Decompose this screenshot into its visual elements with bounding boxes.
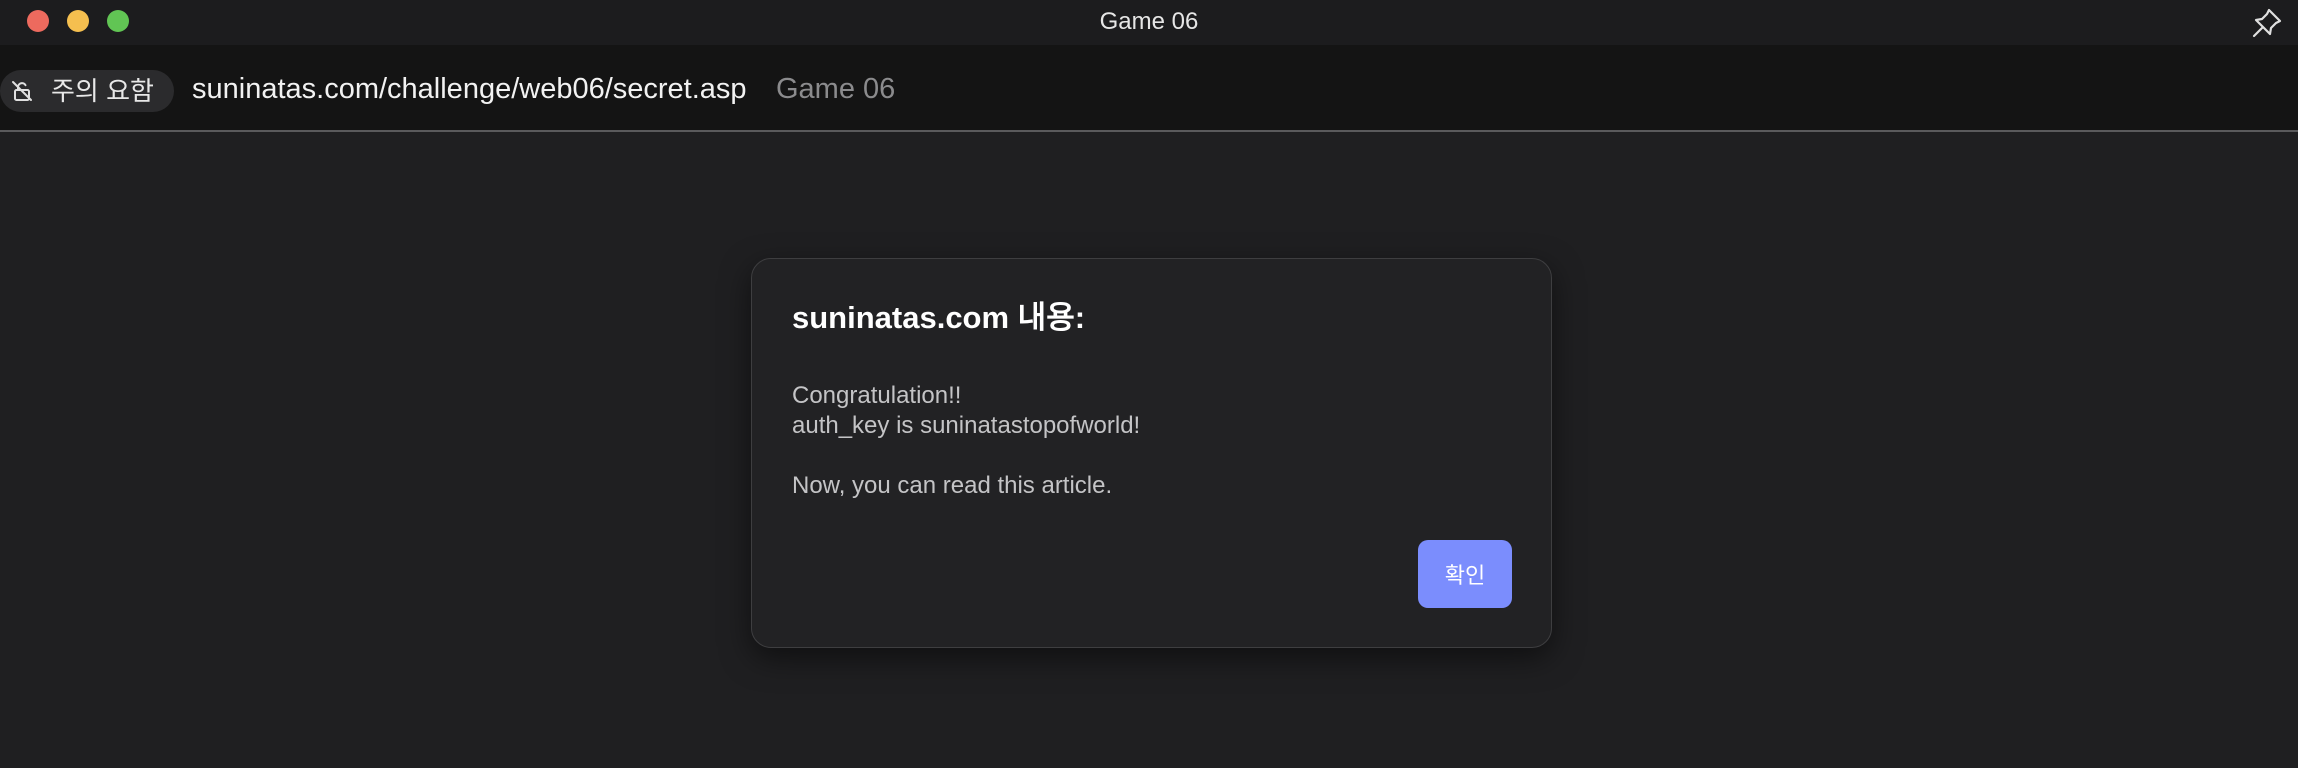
dialog-message-line: Congratulation!! [792, 382, 962, 409]
pin-icon[interactable] [2250, 6, 2284, 40]
title-bar: Game 06 [0, 0, 2298, 45]
address-bar: 주의 요함 suninatas.com/challenge/web06/secr… [0, 45, 2298, 132]
alert-dialog: suninatas.com 내용: Congratulation!! auth_… [751, 258, 1552, 648]
security-label: 주의 요함 [51, 76, 154, 106]
browser-window: Game 06 주의 요함 suninatas.com/challenge/we… [0, 0, 2298, 768]
security-indicator[interactable]: 주의 요함 [0, 70, 174, 112]
ok-button[interactable]: 확인 [1418, 540, 1512, 608]
lock-warning-icon [12, 81, 32, 101]
dialog-title: suninatas.com 내용: [792, 300, 1086, 335]
dialog-message-line: Now, you can read this article. [792, 472, 1113, 499]
url-text[interactable]: suninatas.com/challenge/web06/secret.asp [192, 72, 747, 106]
dialog-message-line: auth_key is suninatastopofworld! [792, 412, 1141, 439]
window-title: Game 06 [1099, 8, 1199, 35]
page-content: suninatas.com 내용: Congratulation!! auth_… [0, 132, 2298, 768]
page-title: Game 06 [776, 73, 896, 105]
